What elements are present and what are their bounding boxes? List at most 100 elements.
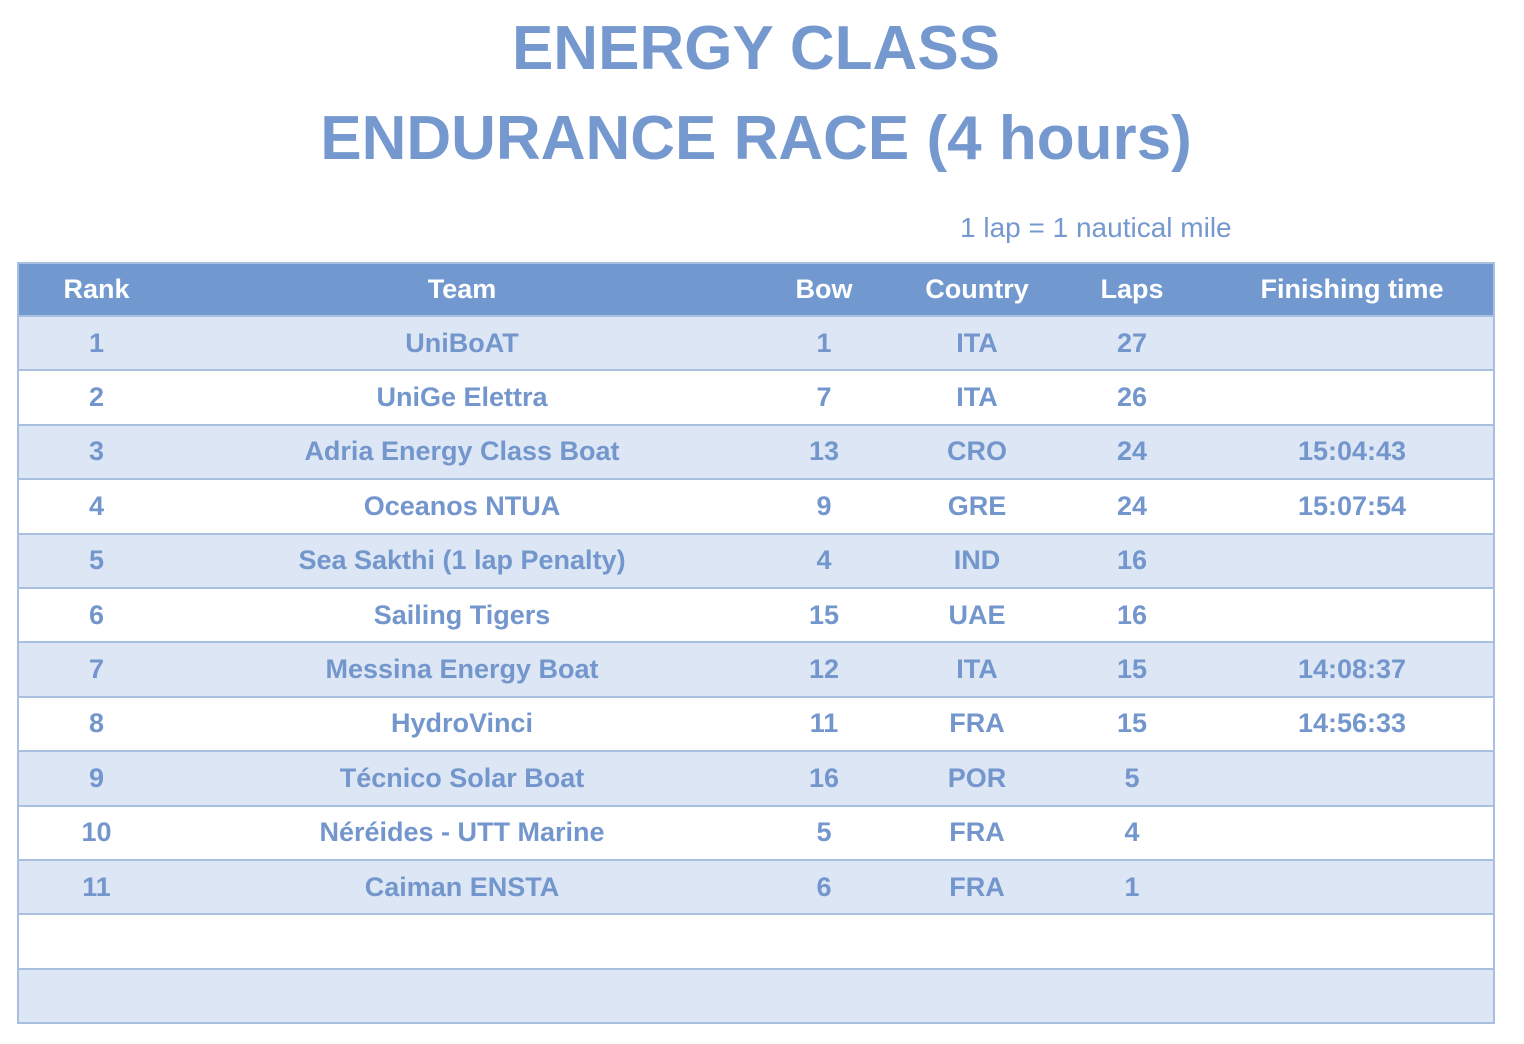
bow-cell: 7: [816, 382, 832, 413]
table-row: [19, 969, 1493, 1025]
table-row: 3 Adria Energy Class Boat 13 CRO 24 15:04:43: [19, 425, 1493, 481]
team-cell: Néréides - UTT Marine: [319, 817, 605, 848]
page-title-line-2: ENDURANCE RACE (4 hours): [320, 104, 1192, 173]
table-row: 11 Caiman ENSTA 6 FRA 1: [19, 860, 1493, 916]
finishing-time-cell: 15:04:43: [1297, 436, 1407, 467]
country-cell: FRA: [949, 817, 1005, 848]
laps-cell: 24: [1116, 490, 1148, 521]
country-cell: UAE: [948, 599, 1006, 630]
team-cell: Messina Energy Boat: [325, 654, 599, 685]
country-cell: ITA: [956, 382, 998, 413]
laps-cell: 15: [1116, 708, 1148, 739]
finishing-time-cell: [1232, 970, 1472, 1022]
team-cell: UniBoAT: [405, 327, 519, 358]
finishing-time-cell: [1232, 915, 1472, 967]
header-rank: Rank: [63, 274, 130, 304]
laps-cell: [1082, 915, 1182, 967]
finishing-time-cell: [1232, 861, 1472, 913]
rank-cell: 5: [88, 545, 105, 576]
team-cell: Técnico Solar Boat: [339, 762, 585, 793]
bow-cell: 12: [808, 654, 840, 685]
rank-cell: 4: [88, 490, 105, 521]
bow-cell: [774, 970, 874, 1022]
bow-cell: 15: [808, 599, 840, 630]
laps-cell: 24: [1116, 436, 1148, 467]
lap-note: 1 lap = 1 nautical mile: [960, 212, 1232, 243]
rank-cell: 3: [88, 436, 105, 467]
table-header-row: Rank Team Bow Country Laps Finishing tim…: [19, 262, 1493, 317]
team-cell: UniGe Elettra: [376, 382, 548, 413]
table-row: 2 UniGe Elettra 7 ITA 26: [19, 371, 1493, 426]
team-cell: [222, 915, 702, 967]
rank-cell: 6: [88, 599, 105, 630]
rank-cell: 2: [88, 382, 105, 413]
country-cell: POR: [947, 762, 1007, 793]
laps-cell: 15: [1116, 654, 1148, 685]
table-row: 10 Néréides - UTT Marine 5 FRA 4: [19, 806, 1493, 861]
bow-cell: 9: [816, 490, 832, 521]
finishing-time-cell: [1232, 535, 1472, 587]
country-cell: ITA: [956, 654, 998, 685]
bow-cell: 16: [808, 762, 840, 793]
bow-cell: 4: [816, 545, 832, 576]
rank-cell: 8: [88, 708, 105, 739]
rank-cell: 10: [81, 817, 112, 848]
country-cell: FRA: [949, 871, 1005, 902]
rank-cell: 9: [88, 762, 105, 793]
laps-cell: 26: [1116, 382, 1148, 413]
team-cell: Sailing Tigers: [373, 599, 551, 630]
rank-cell: [19, 970, 174, 1022]
finishing-time-cell: [1232, 807, 1472, 859]
results-table: Rank Team Bow Country Laps Finishing tim…: [17, 262, 1495, 1025]
table-row: 6 Sailing Tigers 15 UAE 16: [19, 588, 1493, 644]
header-laps: Laps: [1100, 274, 1164, 304]
table-row: 1 UniBoAT 1 ITA 27: [19, 317, 1493, 372]
bow-cell: 5: [816, 817, 832, 848]
table-row: 7 Messina Energy Boat 12 ITA 15 14:08:37: [19, 643, 1493, 698]
laps-cell: 1: [1124, 871, 1140, 902]
header-team: Team: [427, 274, 497, 304]
finishing-time-cell: [1232, 371, 1472, 423]
finishing-time-cell: 15:07:54: [1297, 490, 1407, 521]
bow-cell: 6: [816, 871, 832, 902]
bow-cell: 11: [809, 708, 839, 739]
table-body: 1 UniBoAT 1 ITA 27 2 UniGe Elettra 7 ITA 26 3 Adria…: [19, 317, 1493, 1025]
country-cell: [917, 970, 1037, 1022]
table-row: 9 Técnico Solar Boat 16 POR 5: [19, 752, 1493, 807]
team-cell: Oceanos NTUA: [363, 490, 561, 521]
finishing-time-cell: [1232, 589, 1472, 641]
table-row: [19, 915, 1493, 970]
finishing-time-cell: [1232, 317, 1472, 369]
rank-cell: 7: [88, 654, 105, 685]
laps-cell: 16: [1116, 545, 1148, 576]
rank-cell: 1: [88, 327, 105, 358]
header-finishing-time: Finishing time: [1260, 274, 1444, 304]
team-cell: [222, 970, 702, 1022]
laps-cell: 27: [1116, 327, 1148, 358]
laps-cell: [1082, 970, 1182, 1022]
team-cell: HydroVinci: [390, 708, 534, 739]
laps-cell: 5: [1124, 762, 1140, 793]
country-cell: FRA: [949, 708, 1005, 739]
page-title-line-1: ENERGY CLASS: [511, 14, 1001, 83]
finishing-time-cell: 14:08:37: [1297, 654, 1407, 685]
laps-cell: 4: [1124, 817, 1140, 848]
team-cell: Sea Sakthi (1 lap Penalty): [298, 545, 626, 576]
country-cell: IND: [953, 545, 1001, 576]
table-row: 8 HydroVinci 11 FRA 15 14:56:33: [19, 697, 1493, 753]
rank-cell: [19, 915, 174, 967]
header-bow: Bow: [795, 274, 853, 304]
laps-cell: 16: [1116, 599, 1148, 630]
country-cell: ITA: [956, 327, 998, 358]
team-cell: Adria Energy Class Boat: [304, 436, 620, 467]
bow-cell: 13: [808, 436, 840, 467]
bow-cell: [774, 915, 874, 967]
table-row: 5 Sea Sakthi (1 lap Penalty) 4 IND 16: [19, 534, 1493, 589]
country-cell: CRO: [947, 436, 1007, 467]
header-country: Country: [925, 274, 1029, 304]
country-cell: GRE: [947, 490, 1007, 521]
rank-cell: 11: [82, 871, 111, 902]
team-cell: Caiman ENSTA: [364, 871, 560, 902]
finishing-time-cell: [1232, 752, 1472, 804]
country-cell: [917, 915, 1037, 967]
